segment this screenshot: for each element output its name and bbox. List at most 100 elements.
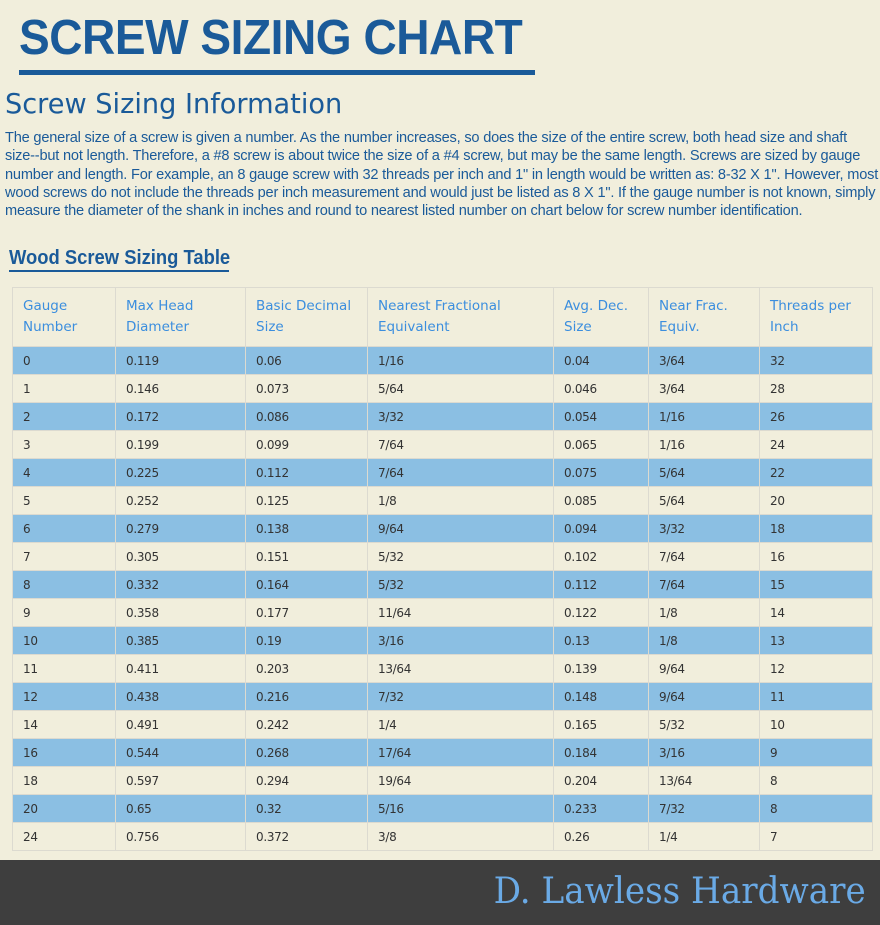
table-body: 0 0.119 0.06 1/16 0.04 3/64 32 1 0.146 0.073 5/64 0… — [12, 346, 873, 851]
cell-threads-per-inch: 9 — [759, 738, 873, 767]
cell-max-head-diameter: 0.252 — [115, 486, 246, 515]
cell-avg-dec-size: 0.065 — [553, 430, 649, 459]
cell-max-head-diameter: 0.332 — [115, 570, 246, 599]
column-header-avg-dec-size: Avg. Dec. Size — [553, 287, 649, 347]
cell-nearest-fractional-equivalent: 1/16 — [367, 346, 554, 375]
table-title-underline — [9, 270, 229, 272]
cell-avg-dec-size: 0.04 — [553, 346, 649, 375]
cell-gauge-number: 8 — [12, 570, 116, 599]
cell-avg-dec-size: 0.085 — [553, 486, 649, 515]
cell-nearest-fractional-equivalent: 9/64 — [367, 514, 554, 543]
table-row: 24 0.756 0.372 3/8 0.26 1/4 7 — [12, 822, 873, 851]
cell-near-frac-equiv: 7/64 — [648, 542, 760, 571]
table-row: 16 0.544 0.268 17/64 0.184 3/16 9 — [12, 738, 873, 767]
table-row: 20 0.65 0.32 5/16 0.233 7/32 8 — [12, 794, 873, 823]
cell-basic-decimal-size: 0.138 — [245, 514, 368, 543]
cell-basic-decimal-size: 0.216 — [245, 682, 368, 711]
cell-near-frac-equiv: 3/64 — [648, 346, 760, 375]
cell-nearest-fractional-equivalent: 13/64 — [367, 654, 554, 683]
section-title: Screw Sizing Information — [5, 87, 343, 120]
cell-basic-decimal-size: 0.294 — [245, 766, 368, 795]
cell-threads-per-inch: 22 — [759, 458, 873, 487]
cell-gauge-number: 14 — [12, 710, 116, 739]
cell-avg-dec-size: 0.122 — [553, 598, 649, 627]
cell-avg-dec-size: 0.102 — [553, 542, 649, 571]
cell-gauge-number: 20 — [12, 794, 116, 823]
cell-near-frac-equiv: 5/64 — [648, 458, 760, 487]
cell-avg-dec-size: 0.139 — [553, 654, 649, 683]
cell-threads-per-inch: 12 — [759, 654, 873, 683]
cell-near-frac-equiv: 3/16 — [648, 738, 760, 767]
cell-nearest-fractional-equivalent: 7/64 — [367, 458, 554, 487]
cell-threads-per-inch: 8 — [759, 766, 873, 795]
cell-max-head-diameter: 0.225 — [115, 458, 246, 487]
cell-basic-decimal-size: 0.19 — [245, 626, 368, 655]
cell-gauge-number: 6 — [12, 514, 116, 543]
cell-gauge-number: 16 — [12, 738, 116, 767]
cell-avg-dec-size: 0.148 — [553, 682, 649, 711]
cell-threads-per-inch: 7 — [759, 822, 873, 851]
cell-max-head-diameter: 0.756 — [115, 822, 246, 851]
table-title: Wood Screw Sizing Table — [9, 247, 231, 269]
cell-threads-per-inch: 32 — [759, 346, 873, 375]
table-row: 4 0.225 0.112 7/64 0.075 5/64 22 — [12, 458, 873, 487]
cell-basic-decimal-size: 0.32 — [245, 794, 368, 823]
cell-gauge-number: 0 — [12, 346, 116, 375]
cell-nearest-fractional-equivalent: 11/64 — [367, 598, 554, 627]
table-row: 1 0.146 0.073 5/64 0.046 3/64 28 — [12, 374, 873, 403]
cell-nearest-fractional-equivalent: 7/32 — [367, 682, 554, 711]
cell-max-head-diameter: 0.491 — [115, 710, 246, 739]
cell-max-head-diameter: 0.385 — [115, 626, 246, 655]
cell-near-frac-equiv: 3/64 — [648, 374, 760, 403]
column-header-near-frac-equiv: Near Frac. Equiv. — [648, 287, 760, 347]
table-row: 11 0.411 0.203 13/64 0.139 9/64 12 — [12, 654, 873, 683]
footer-brand-name: D. Lawless Hardware — [493, 871, 866, 912]
header-row: Gauge Number Max Head Diameter Basic Dec… — [12, 287, 873, 347]
cell-near-frac-equiv: 5/32 — [648, 710, 760, 739]
column-header-gauge-number: Gauge Number — [12, 287, 116, 347]
cell-avg-dec-size: 0.054 — [553, 402, 649, 431]
cell-nearest-fractional-equivalent: 17/64 — [367, 738, 554, 767]
cell-basic-decimal-size: 0.073 — [245, 374, 368, 403]
cell-basic-decimal-size: 0.099 — [245, 430, 368, 459]
title-underline — [19, 70, 535, 75]
cell-basic-decimal-size: 0.06 — [245, 346, 368, 375]
cell-avg-dec-size: 0.184 — [553, 738, 649, 767]
cell-max-head-diameter: 0.358 — [115, 598, 246, 627]
cell-avg-dec-size: 0.233 — [553, 794, 649, 823]
screw-sizing-table-container: Gauge Number Max Head Diameter Basic Dec… — [12, 287, 873, 851]
cell-threads-per-inch: 11 — [759, 682, 873, 711]
cell-max-head-diameter: 0.411 — [115, 654, 246, 683]
table-row: 5 0.252 0.125 1/8 0.085 5/64 20 — [12, 486, 873, 515]
table-row: 7 0.305 0.151 5/32 0.102 7/64 16 — [12, 542, 873, 571]
cell-nearest-fractional-equivalent: 3/32 — [367, 402, 554, 431]
table-row: 6 0.279 0.138 9/64 0.094 3/32 18 — [12, 514, 873, 543]
table-row: 9 0.358 0.177 11/64 0.122 1/8 14 — [12, 598, 873, 627]
cell-max-head-diameter: 0.119 — [115, 346, 246, 375]
cell-max-head-diameter: 0.65 — [115, 794, 246, 823]
table-row: 8 0.332 0.164 5/32 0.112 7/64 15 — [12, 570, 873, 599]
cell-max-head-diameter: 0.279 — [115, 514, 246, 543]
column-header-max-head-diameter: Max Head Diameter — [115, 287, 246, 347]
cell-near-frac-equiv: 13/64 — [648, 766, 760, 795]
cell-nearest-fractional-equivalent: 5/64 — [367, 374, 554, 403]
cell-nearest-fractional-equivalent: 7/64 — [367, 430, 554, 459]
cell-max-head-diameter: 0.544 — [115, 738, 246, 767]
column-header-nearest-fractional-equivalent: Nearest Fractional Equivalent — [367, 287, 554, 347]
cell-nearest-fractional-equivalent: 3/8 — [367, 822, 554, 851]
cell-avg-dec-size: 0.046 — [553, 374, 649, 403]
cell-threads-per-inch: 18 — [759, 514, 873, 543]
cell-basic-decimal-size: 0.112 — [245, 458, 368, 487]
cell-nearest-fractional-equivalent: 5/16 — [367, 794, 554, 823]
cell-threads-per-inch: 28 — [759, 374, 873, 403]
cell-nearest-fractional-equivalent: 1/4 — [367, 710, 554, 739]
cell-threads-per-inch: 24 — [759, 430, 873, 459]
cell-threads-per-inch: 10 — [759, 710, 873, 739]
table-row: 14 0.491 0.242 1/4 0.165 5/32 10 — [12, 710, 873, 739]
page-title: SCREW SIZING CHART — [19, 11, 523, 65]
cell-gauge-number: 7 — [12, 542, 116, 571]
cell-gauge-number: 5 — [12, 486, 116, 515]
table-row: 10 0.385 0.19 3/16 0.13 1/8 13 — [12, 626, 873, 655]
table-row: 3 0.199 0.099 7/64 0.065 1/16 24 — [12, 430, 873, 459]
table-row: 2 0.172 0.086 3/32 0.054 1/16 26 — [12, 402, 873, 431]
